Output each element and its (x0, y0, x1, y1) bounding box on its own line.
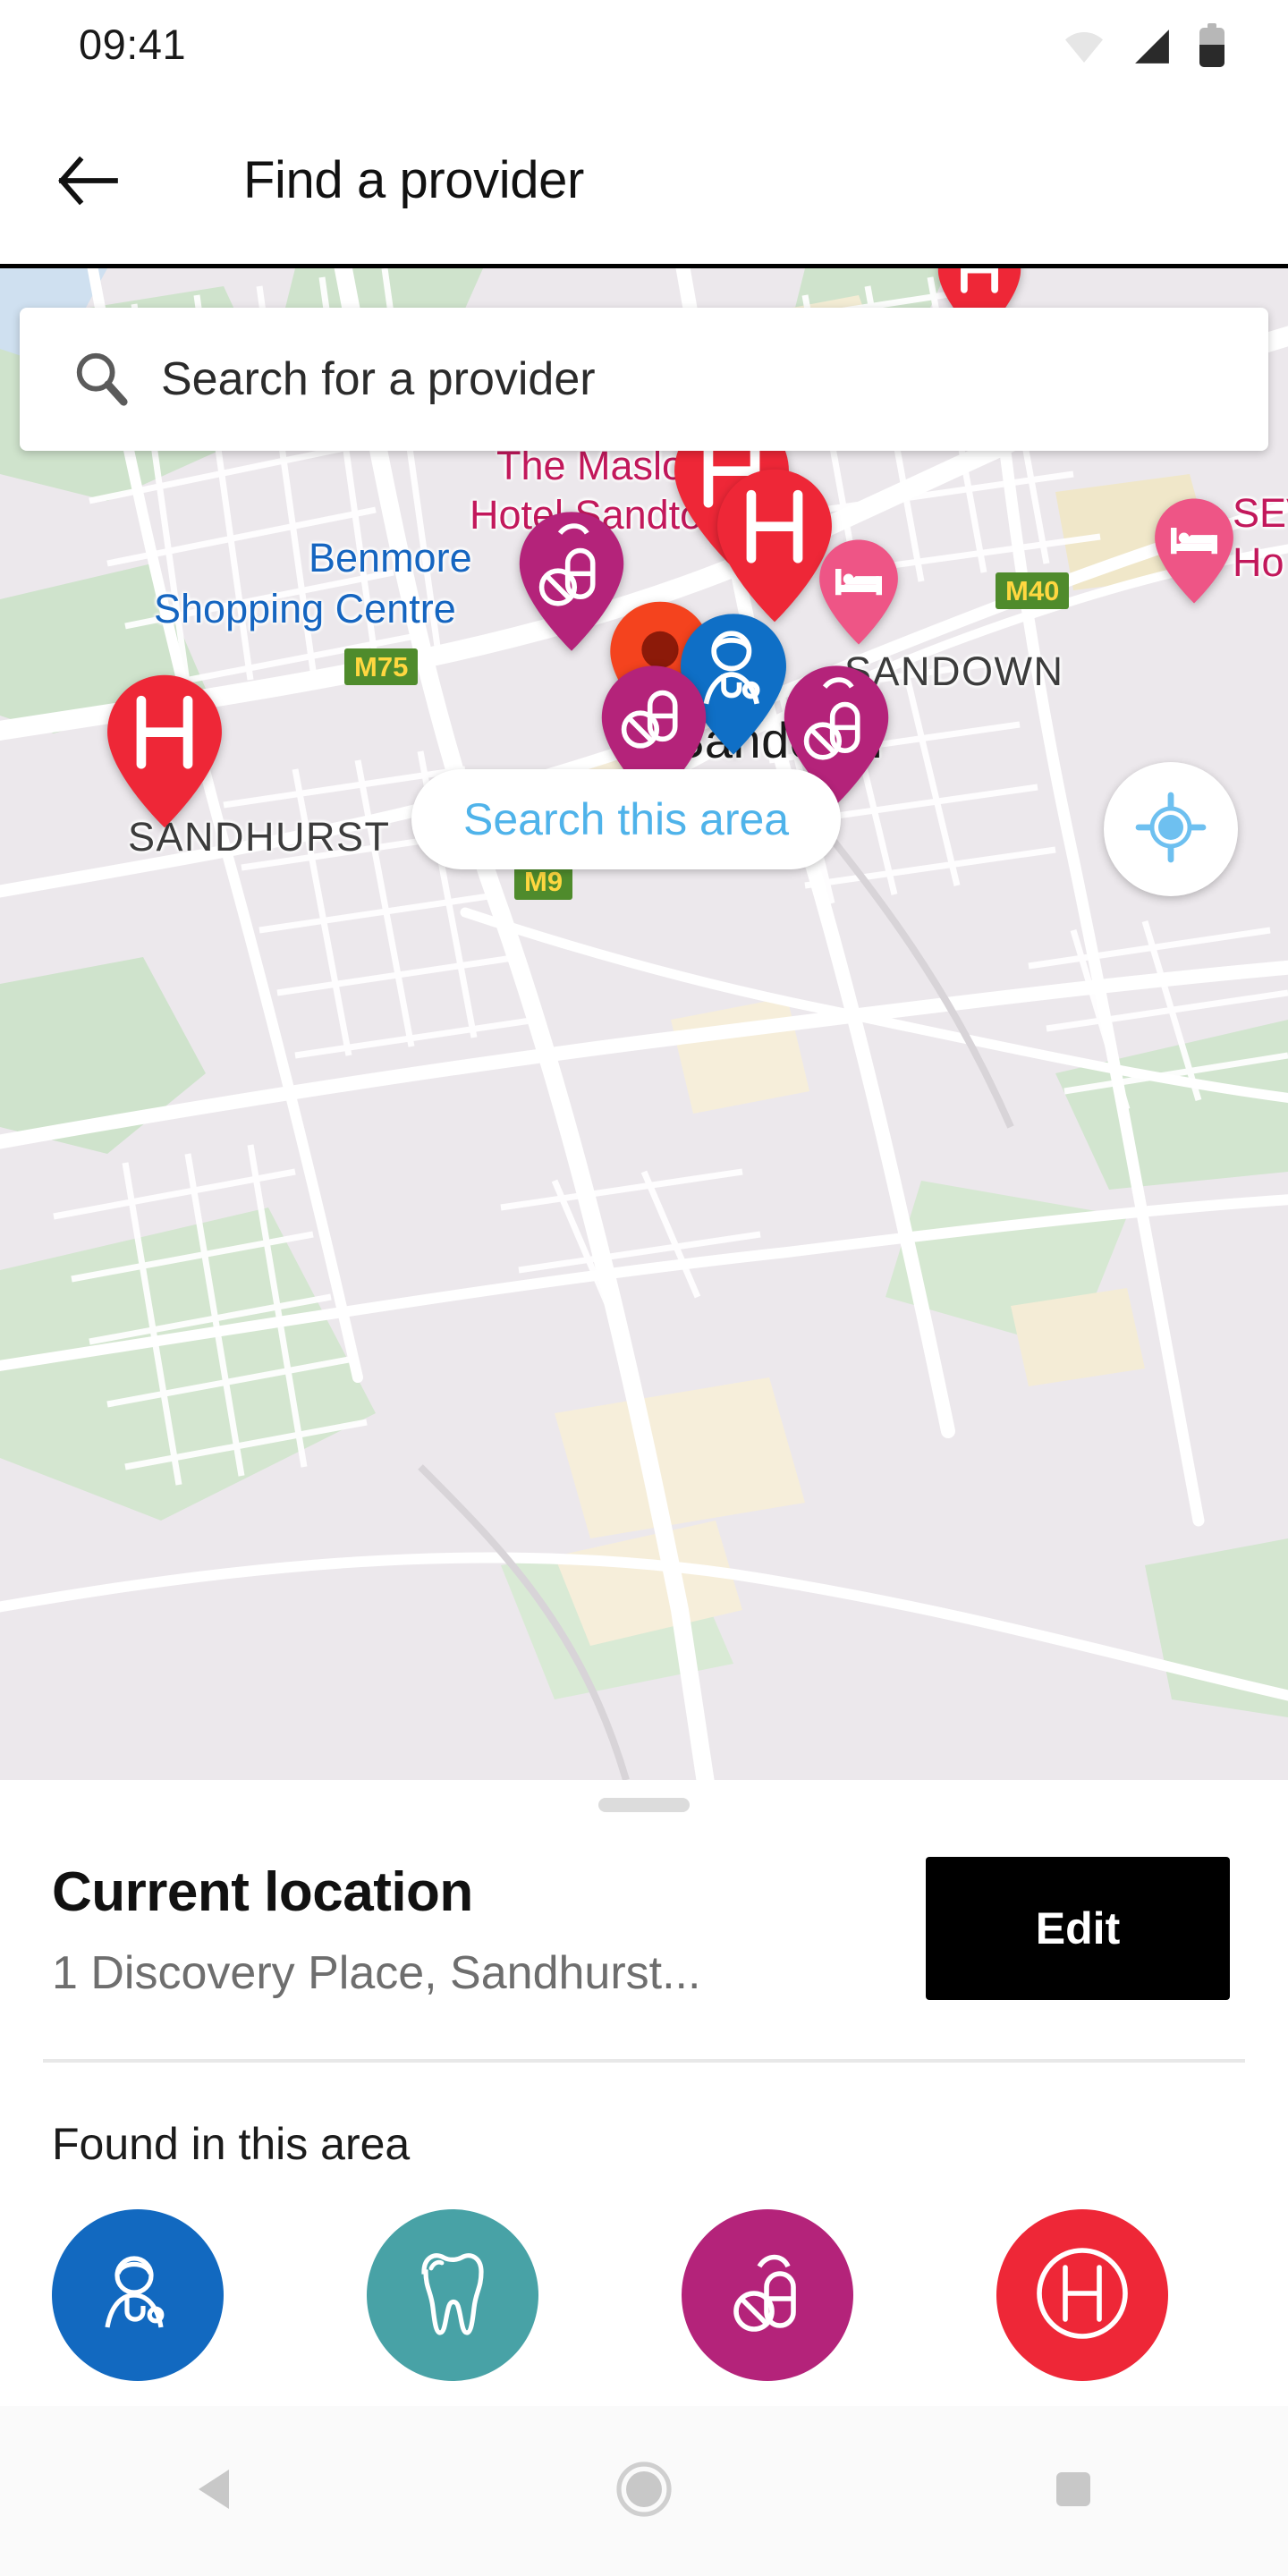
sheet-divider (43, 2059, 1245, 2063)
app-bar: Find a provider (0, 97, 1288, 267)
edit-button-label: Edit (1035, 1903, 1121, 1953)
nav-home-button[interactable] (564, 2437, 724, 2545)
edit-location-button[interactable]: Edit (926, 1857, 1230, 2000)
back-triangle-icon (195, 2466, 234, 2517)
nav-back-button[interactable] (134, 2437, 295, 2545)
bottom-sheet: Current location 1 Discovery Place, Sand… (0, 1780, 1288, 2406)
android-nav-bar (0, 2406, 1288, 2576)
map-basemap (0, 268, 1288, 1780)
category-pharmacy[interactable] (682, 2209, 853, 2381)
road-shield: M40 (996, 572, 1070, 609)
status-bar: 09:41 (0, 0, 1288, 97)
doctor-icon (84, 2240, 191, 2351)
page-title: Find a provider (243, 151, 584, 209)
map-pin-hotel-poi[interactable] (1148, 496, 1241, 606)
my-location-icon (1135, 792, 1207, 868)
map-canvas[interactable]: The Maslow Hotel Sandton Benmore Shoppin… (0, 268, 1288, 1780)
cell-signal-icon (1131, 28, 1174, 70)
search-icon (70, 348, 132, 411)
status-icons (1061, 23, 1227, 74)
category-gp[interactable] (52, 2209, 224, 2381)
nav-recents-button[interactable] (993, 2437, 1154, 2545)
found-in-area-heading: Found in this area (52, 2119, 411, 2169)
wifi-icon (1061, 29, 1107, 69)
status-time: 09:41 (79, 21, 187, 68)
search-bar[interactable]: Search for a provider (20, 308, 1268, 451)
tooth-icon (402, 2240, 503, 2351)
back-button[interactable] (45, 140, 131, 225)
road-shield: M75 (344, 648, 419, 685)
map-pin-hospital[interactable] (97, 671, 233, 832)
screen-find-a-provider: 09:41 Find a provider The Maslow Hotel S… (0, 0, 1288, 2576)
drag-handle[interactable] (598, 1798, 690, 1812)
category-hospital[interactable] (996, 2209, 1168, 2381)
category-list (0, 2209, 1288, 2381)
search-this-area-label: Search this area (463, 794, 790, 844)
arrow-left-icon (56, 155, 119, 211)
my-location-button[interactable] (1104, 762, 1238, 896)
pill-icon (716, 2240, 818, 2351)
search-this-area-button[interactable]: Search this area (411, 769, 842, 869)
battery-icon (1197, 23, 1227, 74)
current-location-address: 1 Discovery Place, Sandhurst... (52, 1947, 701, 1999)
recents-square-icon (1053, 2469, 1094, 2514)
category-dentist[interactable] (367, 2209, 538, 2381)
hospital-icon (1030, 2241, 1135, 2351)
home-circle-icon (615, 2461, 673, 2522)
map-pin-hotel-poi[interactable] (812, 537, 905, 648)
current-location-title: Current location (52, 1861, 473, 1923)
search-input[interactable]: Search for a provider (161, 352, 596, 406)
